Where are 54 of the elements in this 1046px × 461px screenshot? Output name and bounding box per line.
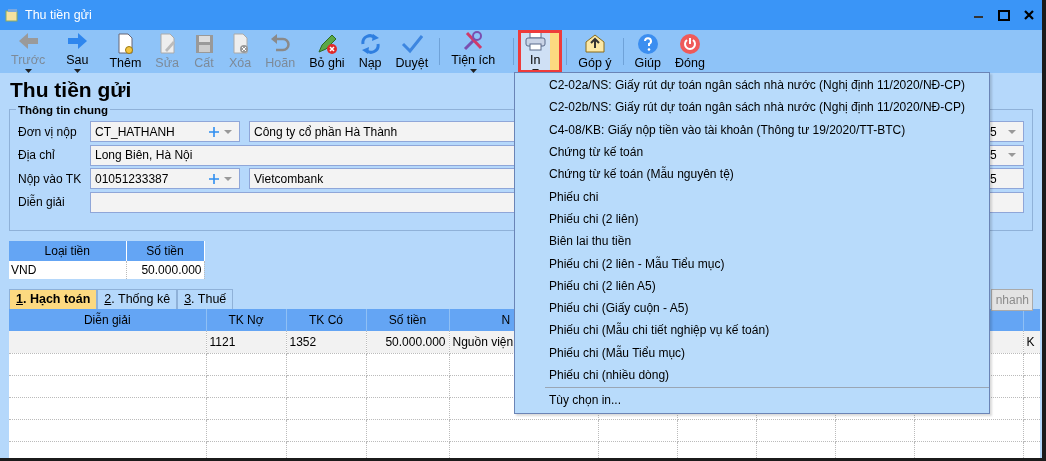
field-label: Đơn vị nộp: [18, 123, 78, 141]
column-header: TK Nợ: [206, 309, 286, 331]
close-icon[interactable]: [1024, 10, 1034, 20]
table-cell: 50.000.000: [366, 331, 449, 353]
column-header: Diễn giải: [9, 309, 206, 331]
menu-item[interactable]: Phiếu chi (2 liên): [515, 207, 989, 231]
menu-item[interactable]: Chứng từ kế toán: [515, 140, 989, 164]
tab[interactable]: 2. Thống kê: [97, 289, 178, 309]
pencil-cancel-icon: [315, 33, 338, 55]
menu-item[interactable]: Tùy chọn in...: [515, 389, 989, 412]
window-title: Thu tiền gửi: [25, 6, 92, 24]
toolbar-button[interactable]: Góp ý: [571, 30, 619, 73]
combo-field[interactable]: CT_HATHANH: [90, 121, 240, 143]
menu-item[interactable]: Biên lai thu tiền: [515, 230, 989, 253]
table-cell: 1121: [206, 331, 286, 353]
menu-item[interactable]: C2-02b/NS: Giấy rút dự toán ngân sách nhà nước (Nghị định 11/2020/NĐ-CP): [515, 96, 989, 119]
envelope-upload-icon: [583, 33, 606, 55]
tab[interactable]: 3. Thuế: [177, 289, 234, 309]
toolbar-button[interactable]: In: [518, 30, 563, 73]
plus-icon: [209, 173, 219, 184]
menu-item[interactable]: C4-08/KB: Giấy nộp tiền vào tài khoản (Thông tư 19/2020/TT-BTC): [515, 118, 989, 141]
table-cell: VND: [9, 261, 126, 279]
field-label: Nộp vào TK: [18, 170, 83, 188]
toolbar-button[interactable]: Nạp: [351, 30, 389, 73]
menu-item[interactable]: Phiếu chi (2 liên A5): [515, 274, 989, 297]
app-icon: [5, 8, 19, 22]
power-icon: [678, 33, 701, 55]
menu-item[interactable]: Phiếu chi (nhiều dòng): [515, 363, 989, 387]
checkmark-icon: [400, 33, 423, 55]
tab[interactable]: 1. Hạch toán: [9, 289, 98, 309]
menu-item[interactable]: C2-02a/NS: Giấy rút dự toán ngân sách nhà nước (Nghị định 11/2020/NĐ-CP): [515, 74, 989, 97]
maximize-icon[interactable]: [998, 9, 1010, 21]
toolbar-button[interactable]: Sau: [59, 30, 103, 73]
field-label: Địa chỉ: [18, 147, 56, 165]
combo-field[interactable]: 01051233387: [90, 168, 240, 190]
toolbar-button[interactable]: Duyệt: [388, 30, 436, 73]
table-cell: 1352: [286, 331, 366, 353]
column-header: Loại tiền: [9, 241, 126, 261]
plus-icon: [209, 126, 219, 137]
toolbar-button[interactable]: Tiện ích: [444, 30, 510, 73]
field-label: Diễn giải: [18, 193, 66, 212]
column-header: TK Có: [286, 309, 366, 331]
menu-item[interactable]: Phiếu chi: [515, 185, 989, 208]
menu-item[interactable]: Chứng từ kế toán (Mẫu nguyên tệ): [515, 163, 989, 186]
refresh-icon: [359, 33, 382, 55]
column-header: Số tiền: [126, 241, 204, 261]
table-cell: 50.000.000: [126, 261, 204, 279]
help-icon: [636, 33, 659, 55]
column-header: Số tiền: [366, 309, 449, 331]
tools-icon: [462, 29, 485, 51]
toolbar-button[interactable]: Bỏ ghi: [302, 30, 352, 73]
toolbar-button[interactable]: Thêm: [102, 30, 149, 73]
menu-item[interactable]: Phiếu chi (2 liên - Mẫu Tiểu mục): [515, 252, 989, 275]
page-title: Thu tiền gửi: [10, 78, 132, 103]
